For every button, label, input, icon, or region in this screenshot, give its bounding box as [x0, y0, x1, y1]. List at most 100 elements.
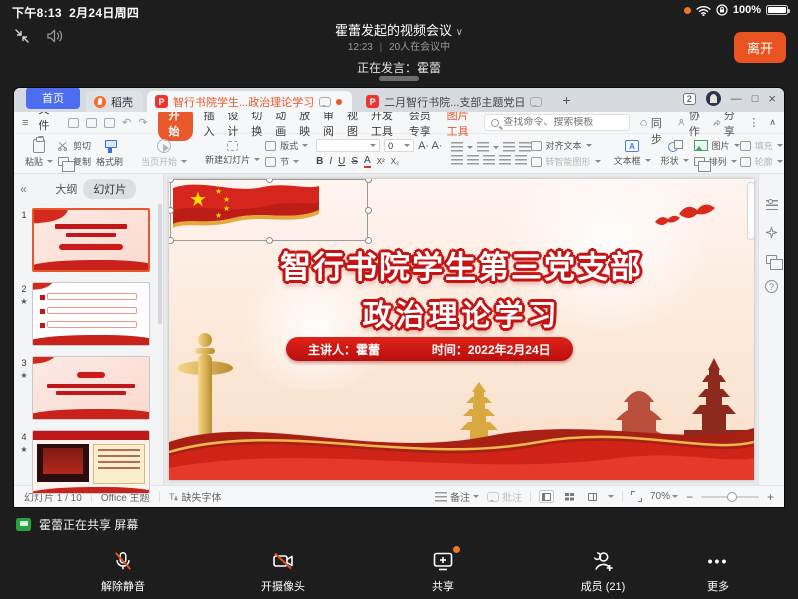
font-family-select[interactable] — [316, 139, 380, 152]
comments-button[interactable]: 批注 — [487, 489, 522, 504]
account-avatar[interactable] — [706, 91, 721, 106]
more-button[interactable]: ••• 更多 — [707, 549, 729, 594]
tab-document-active[interactable]: P 智行书院学生...政治理论学习 — [147, 91, 352, 112]
align-center-icon[interactable] — [467, 155, 479, 165]
drag-handle[interactable] — [379, 76, 419, 81]
properties-icon[interactable] — [766, 200, 778, 210]
preview-icon[interactable] — [104, 118, 115, 128]
cut-button[interactable]: 剪切 — [58, 139, 91, 152]
tab-document-other[interactable]: P 二月智行书院...支部主题党日 — [358, 91, 552, 112]
smart-assist-icon[interactable] — [765, 226, 778, 239]
fill-button[interactable]: 填充 — [740, 139, 783, 152]
search-input[interactable] — [503, 117, 623, 128]
layout-button[interactable]: 版式 — [265, 139, 308, 152]
align-text-button[interactable]: 对齐文本 — [531, 139, 601, 152]
zoom-out-button[interactable]: − — [686, 490, 693, 504]
save-icon[interactable] — [68, 118, 79, 128]
zoom-knob[interactable] — [727, 492, 737, 502]
slide-thumb-4[interactable]: 4★ — [16, 430, 157, 494]
missing-fonts-button[interactable]: T 缺失字体 — [169, 489, 222, 504]
tab-outline[interactable]: 大纲 — [55, 181, 77, 197]
zoom-level[interactable]: 70% — [650, 491, 678, 502]
format-painter-button[interactable]: 格式刷 — [91, 136, 128, 171]
members-button[interactable]: 成员 (21) — [581, 549, 626, 594]
view-dropdown[interactable] — [608, 495, 614, 501]
tab-home[interactable]: 首页 — [26, 88, 80, 109]
align-left-icon[interactable] — [451, 155, 463, 165]
slide-thumb-1[interactable]: 1 — [16, 208, 157, 272]
bullet-list-icon[interactable] — [451, 142, 463, 152]
selection-handle[interactable] — [365, 179, 372, 183]
underline-button[interactable]: U — [338, 156, 345, 167]
picture-button[interactable]: 图片 — [694, 139, 740, 152]
strikethrough-button[interactable]: S — [351, 156, 358, 167]
section-button[interactable]: 节 — [265, 155, 308, 168]
meeting-title[interactable]: 霍蕾发起的视频会议 ∨ — [0, 20, 798, 39]
slide-thumb-2[interactable]: 2★ — [16, 282, 157, 346]
numbered-list-icon[interactable] — [477, 142, 489, 152]
to-smartart-button[interactable]: 转智能图形 — [531, 155, 601, 168]
new-slide-button[interactable]: 新建幻灯片 — [200, 136, 265, 171]
slide-thumb-3[interactable]: 3★ — [16, 356, 157, 420]
tab-docer[interactable]: 稻壳 — [86, 91, 143, 112]
unmute-button[interactable]: 解除静音 — [101, 549, 145, 594]
undo-icon[interactable]: ↶ — [122, 116, 131, 129]
justify-icon[interactable] — [499, 155, 511, 165]
zoom-in-button[interactable]: + — [767, 490, 774, 504]
slide-editor[interactable]: ★ ★ ★ ★ ★ — [169, 179, 754, 480]
normal-view-button[interactable] — [539, 490, 554, 503]
picture-selection-box[interactable] — [170, 179, 368, 241]
subscript-button[interactable]: X₂ — [391, 157, 399, 166]
help-icon[interactable]: ? — [765, 280, 778, 293]
slide-title-line1[interactable]: 智行书院学生第三党支部 — [169, 242, 754, 287]
collapse-ribbon-icon[interactable]: ∧ — [769, 117, 776, 128]
slide-thumbnail[interactable] — [32, 282, 150, 346]
slide-banner[interactable]: 主讲人：霍蕾 时间：2022年2月24日 — [286, 337, 573, 361]
fit-slide-icon[interactable] — [631, 491, 642, 502]
textbox-button[interactable]: A文本框 — [609, 136, 656, 171]
add-slide-button[interactable]: + — [14, 504, 163, 507]
window-count-badge[interactable]: 2 — [683, 93, 696, 105]
paste-button[interactable]: 粘贴 — [20, 136, 58, 171]
sorter-view-button[interactable] — [562, 490, 577, 503]
maximize-window-button[interactable]: □ — [752, 93, 759, 105]
share-screen-button[interactable]: 共享 — [431, 549, 455, 594]
command-search[interactable] — [484, 114, 630, 131]
font-color-button[interactable]: A — [364, 155, 371, 168]
comment-icon[interactable] — [530, 97, 542, 107]
copy-button[interactable]: 复制 — [58, 155, 91, 168]
shapes-button[interactable]: 形状 — [656, 136, 694, 171]
close-window-button[interactable]: × — [768, 91, 776, 106]
sidebar-scrollbar[interactable] — [158, 204, 162, 324]
arrange-button[interactable]: 排列 — [694, 155, 740, 168]
line-spacing-icon[interactable] — [515, 155, 527, 165]
italic-button[interactable]: I — [329, 156, 332, 167]
font-size-select[interactable]: 0 — [384, 139, 414, 152]
print-icon[interactable] — [86, 118, 97, 128]
outdent-icon[interactable] — [519, 142, 531, 152]
outline-button[interactable]: 轮廓 — [740, 155, 783, 168]
play-from-current-button[interactable]: 当页开始 — [136, 136, 192, 171]
minimize-window-button[interactable]: — — [731, 93, 742, 105]
more-vertical-icon[interactable]: ⋮ — [748, 116, 759, 129]
notes-button[interactable]: 备注 — [435, 489, 479, 504]
selection-handle[interactable] — [365, 207, 372, 214]
zoom-slider[interactable] — [701, 496, 759, 498]
canvas-scrollbar[interactable] — [747, 182, 755, 240]
collapse-panel-icon[interactable]: « — [20, 182, 27, 196]
reading-view-button[interactable] — [585, 490, 600, 503]
hamburger-icon[interactable]: ≡ — [22, 117, 28, 129]
camera-on-button[interactable]: 开摄像头 — [261, 549, 305, 594]
bold-button[interactable]: B — [316, 156, 323, 167]
redo-icon[interactable]: ↷ — [138, 116, 147, 129]
slide-title-line2[interactable]: 政治理论学习 — [169, 292, 754, 334]
new-tab-button[interactable]: + — [562, 92, 570, 108]
slides-pane-icon[interactable] — [766, 255, 777, 264]
align-right-icon[interactable] — [483, 155, 495, 165]
comment-icon[interactable] — [319, 97, 331, 107]
slide-thumbnail[interactable] — [32, 356, 150, 420]
slide-thumbnail[interactable] — [32, 208, 150, 272]
indent-icon[interactable] — [503, 142, 515, 152]
slide-thumbnail[interactable] — [32, 430, 150, 494]
superscript-button[interactable]: X² — [377, 157, 385, 166]
